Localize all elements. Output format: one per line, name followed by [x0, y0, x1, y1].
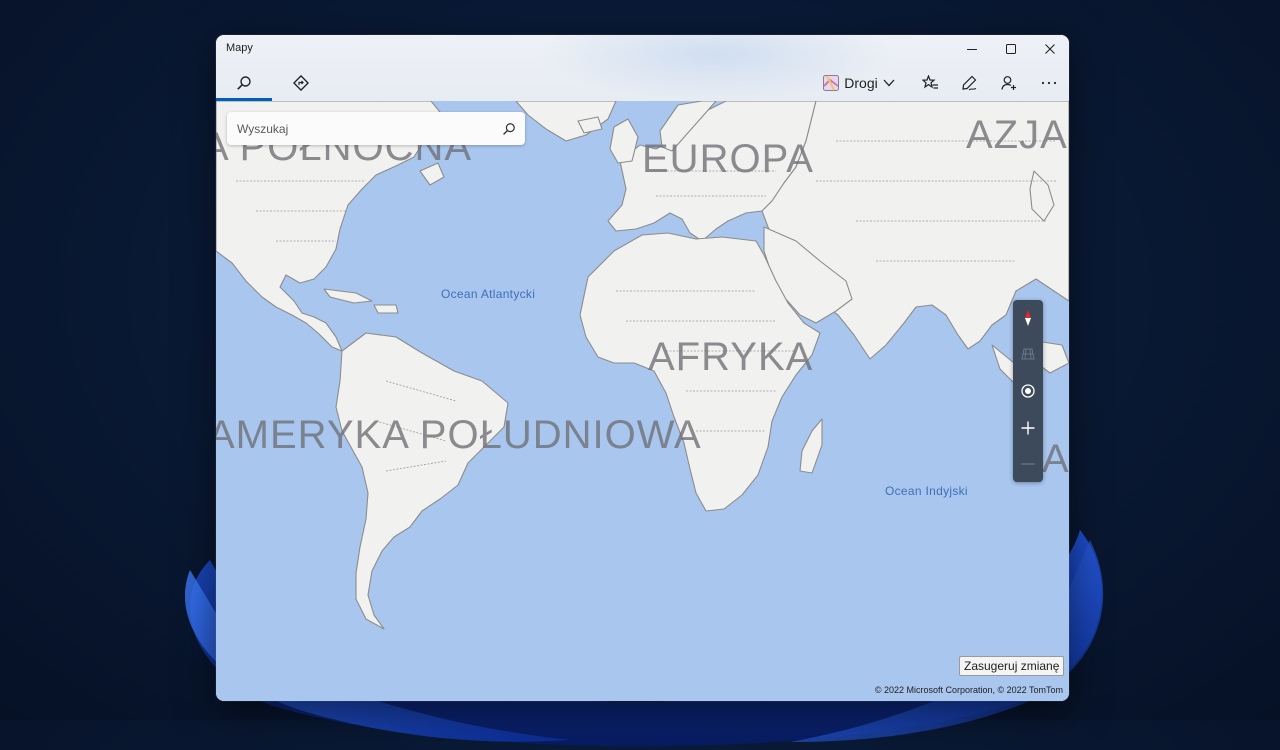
map-controls [1013, 300, 1043, 482]
ink-pen-icon [962, 75, 977, 91]
tab-search[interactable] [216, 65, 272, 101]
compass-button[interactable] [1013, 300, 1043, 336]
land-greenland [515, 101, 617, 142]
favorites-button[interactable] [917, 67, 943, 99]
zoom-in-icon [1021, 421, 1035, 435]
close-icon [1045, 44, 1055, 54]
maps-window: Mapy Drogi A PÓŁNOCNA EUROPA AZJA AFRYKA… [216, 35, 1069, 701]
label-atlantic-ocean: Ocean Atlantycki [441, 287, 536, 301]
suggest-change-button[interactable]: Zasugeruj zmianę [959, 656, 1065, 676]
account-icon [1001, 76, 1016, 90]
map-style-label: Drogi [844, 75, 878, 91]
maximize-icon [1006, 44, 1016, 54]
compass-icon [1025, 310, 1031, 326]
app-title: Mapy [226, 42, 253, 54]
tilt-button[interactable] [1013, 336, 1043, 372]
label-australia-fragment: A [1042, 437, 1069, 481]
minimize-icon [967, 49, 977, 50]
map-style-icon [823, 75, 840, 91]
chevron-down-icon [883, 79, 895, 87]
search-button[interactable] [499, 119, 519, 139]
label-asia: AZJA [966, 113, 1068, 157]
land-cuba [323, 288, 373, 304]
map-style-button[interactable]: Drogi [820, 67, 898, 99]
search-box [227, 112, 525, 145]
land-hispaniola [373, 304, 399, 314]
ink-button[interactable] [956, 67, 982, 99]
label-africa: AFRYKA [648, 335, 814, 379]
tab-directions[interactable] [273, 65, 329, 101]
maximize-button[interactable] [992, 35, 1030, 63]
favorites-icon [921, 75, 938, 89]
search-icon [237, 76, 251, 90]
more-button[interactable] [1036, 67, 1062, 99]
more-icon [1041, 81, 1057, 85]
zoom-out-button[interactable] [1013, 446, 1043, 482]
tilt-icon [1021, 348, 1035, 360]
search-icon [503, 123, 515, 135]
map-canvas[interactable]: A PÓŁNOCNA EUROPA AZJA AFRYKA AMERYKA PO… [216, 101, 1069, 701]
label-south-america: AMERYKA POŁUDNIOWA [216, 413, 702, 457]
zoom-in-button[interactable] [1013, 410, 1043, 446]
copyright-notice: © 2022 Microsoft Corporation, © 2022 Tom… [874, 685, 1063, 695]
directions-icon [293, 75, 309, 91]
land-madagascar [799, 418, 823, 474]
label-indian-ocean: Ocean Indyjski [885, 484, 968, 498]
close-button[interactable] [1031, 35, 1069, 63]
land-south-america [335, 332, 509, 630]
locate-icon [1021, 384, 1035, 398]
account-button[interactable] [996, 67, 1022, 99]
world-map [216, 101, 1069, 630]
locate-button[interactable] [1013, 373, 1043, 409]
title-bar: Mapy Drogi [216, 35, 1069, 101]
minimize-button[interactable] [953, 35, 991, 63]
search-input[interactable] [227, 112, 487, 145]
zoom-out-icon [1021, 463, 1035, 465]
label-europe: EUROPA [642, 137, 814, 181]
